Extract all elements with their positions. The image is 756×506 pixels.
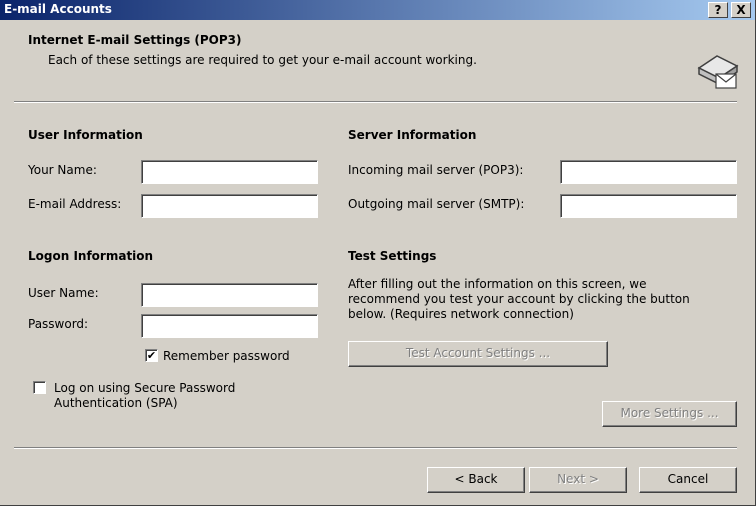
password-label: Password:: [28, 317, 89, 331]
spa-checkbox[interactable]: [33, 381, 46, 394]
close-button[interactable]: X: [731, 2, 751, 18]
test-desc-line2: recommend you test your account by click…: [348, 292, 690, 306]
title-bar: E-mail Accounts ? X: [0, 0, 755, 20]
footer-separator: [14, 447, 737, 449]
outgoing-server-field[interactable]: [560, 194, 737, 218]
help-button[interactable]: ?: [708, 2, 728, 18]
user-name-field[interactable]: [141, 283, 318, 307]
user-name-label: User Name:: [28, 286, 99, 300]
user-info-heading: User Information: [28, 128, 143, 142]
test-settings-description: After filling out the information on thi…: [348, 277, 728, 322]
spa-label-line1: Log on using Secure Password: [54, 381, 236, 395]
outgoing-server-label: Outgoing mail server (SMTP):: [348, 197, 525, 211]
remember-password-checkbox[interactable]: ✔: [145, 349, 158, 362]
test-account-settings-button[interactable]: Test Account Settings ...: [348, 341, 608, 367]
incoming-server-field[interactable]: [560, 160, 737, 184]
next-button[interactable]: Next >: [529, 467, 627, 493]
your-name-label: Your Name:: [28, 163, 97, 177]
header-title: Internet E-mail Settings (POP3): [28, 33, 242, 47]
header-separator: [14, 101, 737, 103]
check-icon: ✔: [146, 349, 157, 362]
incoming-server-label: Incoming mail server (POP3):: [348, 163, 524, 177]
more-settings-button[interactable]: More Settings ...: [602, 401, 737, 427]
email-address-field[interactable]: [141, 194, 318, 218]
spa-label[interactable]: Log on using Secure Password Authenticat…: [54, 381, 235, 411]
email-accounts-dialog: E-mail Accounts ? X Internet E-mail Sett…: [0, 0, 756, 506]
your-name-field[interactable]: [141, 160, 318, 184]
header-subtitle: Each of these settings are required to g…: [48, 53, 477, 67]
envelope-icon: [697, 50, 739, 95]
email-address-label: E-mail Address:: [28, 197, 122, 211]
cancel-button[interactable]: Cancel: [639, 467, 737, 493]
password-field[interactable]: [141, 314, 318, 338]
back-button[interactable]: < Back: [427, 467, 525, 493]
test-desc-line3: below. (Requires network connection): [348, 307, 574, 321]
remember-password-label[interactable]: Remember password: [163, 349, 290, 363]
spa-label-line2: Authentication (SPA): [54, 396, 178, 410]
test-desc-line1: After filling out the information on thi…: [348, 277, 647, 291]
server-info-heading: Server Information: [348, 128, 477, 142]
window-title: E-mail Accounts: [4, 2, 112, 16]
logon-info-heading: Logon Information: [28, 249, 154, 263]
test-settings-heading: Test Settings: [348, 249, 437, 263]
